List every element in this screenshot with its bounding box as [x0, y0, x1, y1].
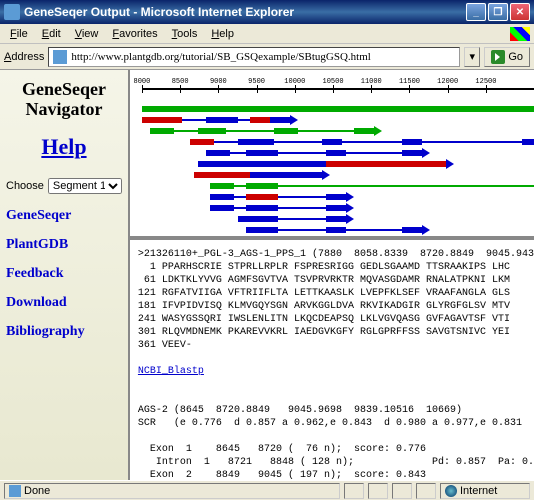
ruler: 8000850090009500100001050011000115001200… [130, 78, 534, 102]
menu-tools[interactable]: Tools [166, 26, 204, 42]
menu-help[interactable]: Help [205, 26, 240, 42]
menu-view[interactable]: View [69, 26, 105, 42]
status-pane-2 [344, 483, 364, 499]
link-plantgdb[interactable]: PlantGDB [6, 237, 122, 253]
address-bar: Address http://www.plantgdb.org/tutorial… [0, 44, 534, 70]
status-done: Done [4, 483, 340, 499]
url-text: http://www.plantgdb.org/tutorial/SB_GSQe… [71, 51, 455, 63]
address-label: Address [4, 51, 44, 63]
go-arrow-icon [491, 50, 505, 64]
sidebar-heading: GeneSeqerNavigator [6, 80, 122, 120]
status-pane-3 [368, 483, 388, 499]
status-pane-5 [416, 483, 436, 499]
link-download[interactable]: Download [6, 295, 122, 311]
go-button[interactable]: Go [484, 47, 530, 67]
gene-visualization[interactable]: 8000850090009500100001050011000115001200… [130, 70, 534, 240]
sidebar: GeneSeqerNavigator Help Choose Segment 1… [0, 70, 130, 480]
tracks [142, 104, 534, 230]
link-bibliography[interactable]: Bibliography [6, 324, 122, 340]
status-zone: Internet [440, 483, 530, 499]
windows-flag-icon [510, 27, 530, 41]
window-title: GeneSeqer Output - Microsoft Internet Ex… [24, 5, 466, 19]
globe-icon [445, 485, 457, 497]
status-bar: Done Internet [0, 480, 534, 500]
main-pane: 8000850090009500100001050011000115001200… [130, 70, 534, 480]
page-status-icon [9, 485, 21, 497]
minimize-button[interactable]: _ [466, 3, 486, 21]
maximize-button[interactable]: ❐ [488, 3, 508, 21]
title-bar: GeneSeqer Output - Microsoft Internet Ex… [0, 0, 534, 24]
menu-edit[interactable]: Edit [36, 26, 67, 42]
choose-row: Choose Segment 1 [6, 178, 122, 194]
choose-label: Choose [6, 180, 44, 192]
app-icon [4, 4, 20, 20]
menu-file[interactable]: File [4, 26, 34, 42]
link-geneseqer[interactable]: GeneSeqer [6, 208, 122, 224]
menu-bar: File Edit View Favorites Tools Help [0, 24, 534, 44]
go-label: Go [508, 51, 523, 63]
address-input[interactable]: http://www.plantgdb.org/tutorial/SB_GSQe… [48, 47, 460, 67]
ncbi-blastp-link[interactable]: NCBI_Blastp [138, 366, 204, 377]
page-icon [53, 50, 67, 64]
link-feedback[interactable]: Feedback [6, 266, 122, 282]
help-link[interactable]: Help [6, 134, 122, 160]
status-pane-4 [392, 483, 412, 499]
close-button[interactable]: ✕ [510, 3, 530, 21]
sequence-output[interactable]: >21326110+_PGL-3_AGS-1_PPS_1 (7880 8058.… [130, 240, 534, 480]
segment-select[interactable]: Segment 1 [48, 178, 122, 194]
address-dropdown[interactable]: ▾ [464, 47, 480, 67]
menu-favorites[interactable]: Favorites [106, 26, 163, 42]
